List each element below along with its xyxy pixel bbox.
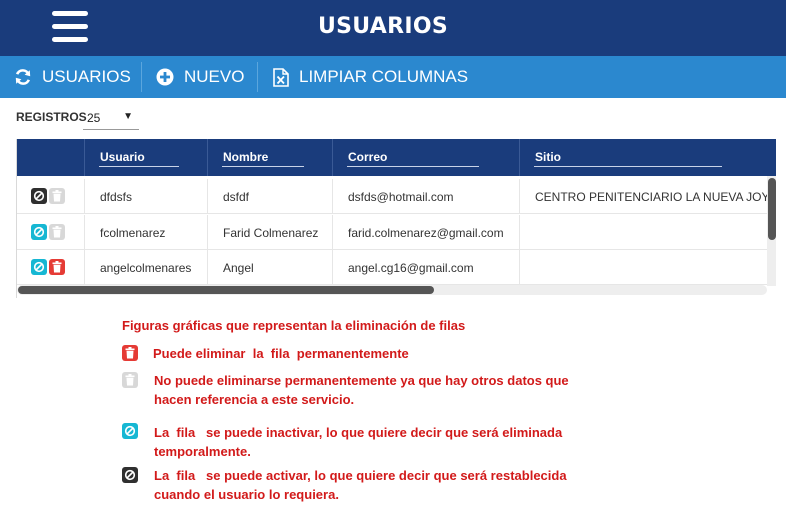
column-header-label: Sitio — [535, 150, 561, 164]
vertical-scroll-thumb[interactable] — [768, 178, 776, 240]
column-header-usuario[interactable]: Usuario — [84, 139, 207, 176]
column-header-label: Nombre — [223, 150, 269, 164]
refresh-icon — [15, 69, 31, 85]
vertical-scrollbar[interactable] — [767, 176, 776, 286]
table-row: dfdsfs dsfdf dsfds@hotmail.com CENTRO PE… — [17, 179, 769, 214]
delete-disabled-icon — [49, 188, 65, 204]
row-actions-cell — [17, 250, 84, 285]
activate-icon — [122, 467, 138, 483]
table-header: Usuario Nombre Correo Sitio — [17, 139, 776, 176]
refresh-usuarios-button[interactable]: USUARIOS — [14, 56, 131, 98]
registros-label: REGISTROS — [16, 110, 87, 124]
column-header-label: Usuario — [100, 150, 145, 164]
legend-inactivate-text: La fila se puede inactivar, lo que quier… — [154, 425, 563, 459]
inactivate-icon[interactable] — [31, 259, 47, 275]
table-row: angelcolmenares Angel angel.cg16@gmail.c… — [17, 250, 769, 285]
cell-usuario: angelcolmenares — [84, 250, 207, 285]
delete-icon[interactable] — [49, 259, 65, 275]
toolbar: USUARIOS NUEVO LIMPIAR COLUMNAS — [0, 56, 786, 98]
column-header-label: Correo — [348, 150, 388, 164]
cell-correo: farid.colmenarez@gmail.com — [332, 215, 519, 250]
toolbar-divider — [141, 62, 142, 92]
cell-correo: dsfds@hotmail.com — [332, 179, 519, 214]
column-header-correo[interactable]: Correo — [332, 139, 519, 176]
column-filter-underline — [534, 166, 722, 167]
cell-sitio — [519, 250, 769, 285]
row-actions-cell — [17, 215, 84, 250]
users-table: Usuario Nombre Correo Sitio dfdsfs dsfdf… — [16, 139, 776, 298]
horizontal-scrollbar[interactable] — [17, 285, 767, 295]
top-header: USUARIOS — [0, 0, 786, 56]
new-user-button[interactable]: NUEVO — [156, 56, 244, 98]
delete-icon — [122, 345, 138, 361]
column-filter-underline — [222, 166, 304, 167]
dropdown-caret-icon: ▼ — [123, 111, 133, 122]
clear-columns-label: LIMPIAR COLUMNAS — [299, 67, 469, 86]
refresh-usuarios-label: USUARIOS — [42, 67, 131, 86]
legend-activate-text: La fila se puede activar, lo que quiere … — [154, 468, 567, 502]
delete-disabled-icon — [122, 372, 138, 388]
legend-delete-text: Puede eliminar la fila permanentemente — [153, 346, 409, 361]
page-title: USUARIOS — [318, 14, 448, 39]
registros-select[interactable]: 25 ▼ — [83, 106, 139, 130]
cell-nombre: dsfdf — [207, 179, 332, 214]
inactivate-icon[interactable] — [31, 224, 47, 240]
activate-icon[interactable] — [31, 188, 47, 204]
cell-correo: angel.cg16@gmail.com — [332, 250, 519, 285]
cell-sitio: CENTRO PENITENCIARIO LA NUEVA JOYA — [519, 179, 769, 214]
cell-sitio — [519, 215, 769, 250]
cell-usuario: fcolmenarez — [84, 215, 207, 250]
actions-column-header — [17, 139, 84, 176]
inactivate-icon — [122, 423, 138, 439]
column-header-nombre[interactable]: Nombre — [207, 139, 332, 176]
legend-delete-disabled-text: No puede eliminarse permanentemente ya q… — [154, 373, 569, 407]
column-filter-underline — [347, 166, 479, 167]
plus-circle-icon — [156, 68, 174, 86]
table-row: fcolmenarez Farid Colmenarez farid.colme… — [17, 215, 769, 250]
column-header-sitio[interactable]: Sitio — [519, 139, 776, 176]
clear-columns-button[interactable]: LIMPIAR COLUMNAS — [273, 56, 468, 98]
row-actions-cell — [17, 179, 84, 214]
column-filter-underline — [99, 166, 179, 167]
horizontal-scroll-thumb[interactable] — [18, 286, 434, 294]
registros-value: 25 — [87, 111, 101, 125]
toolbar-divider — [257, 62, 258, 92]
excel-file-icon — [273, 67, 289, 87]
legend-title: Figuras gráficas que representan la elim… — [122, 318, 466, 333]
new-user-label: NUEVO — [184, 67, 245, 86]
delete-disabled-icon — [49, 224, 65, 240]
cell-nombre: Farid Colmenarez — [207, 215, 332, 250]
cell-nombre: Angel — [207, 250, 332, 285]
cell-usuario: dfdsfs — [84, 179, 207, 214]
